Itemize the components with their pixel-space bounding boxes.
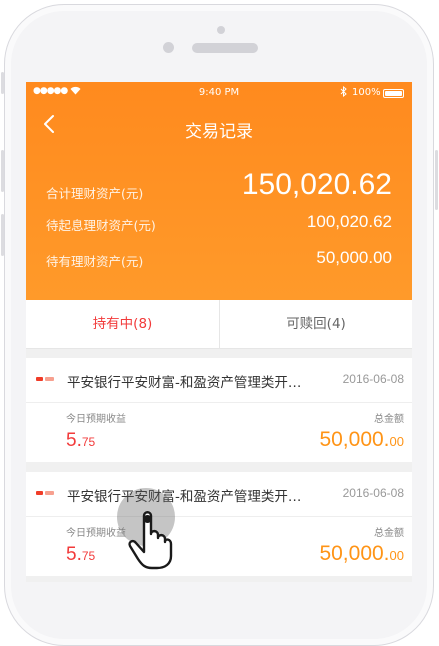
yield-value-int: 5.	[66, 544, 82, 565]
bluetooth-icon	[340, 85, 347, 100]
tab-redeemable[interactable]: 可赎回(4)	[219, 300, 412, 348]
front-sensor	[217, 26, 225, 34]
holding-assets-value: 50,000.00	[316, 248, 392, 267]
holding-assets-row: 待有理财资产(元) 50,000.00	[26, 248, 412, 272]
amount-value-dec: 00	[389, 548, 404, 563]
earpiece-speaker	[192, 43, 258, 53]
amount-value: 50,000.00	[319, 542, 404, 566]
front-camera	[163, 42, 174, 53]
tab-bar: 持有中(8) 可赎回(4)	[26, 300, 412, 349]
yield-value-dec: 75	[81, 549, 96, 563]
amount-label: 总金额	[374, 528, 404, 539]
product-name: 平安银行平安财富-和盈资产管理类开…	[67, 375, 302, 391]
total-assets-label: 合计理财资产(元)	[46, 186, 144, 201]
product-card-header: 平安银行平安财富-和盈资产管理类开… 2016-06-08	[26, 358, 412, 403]
volume-up-button	[1, 150, 4, 192]
holding-assets-label: 待有理财资产(元)	[46, 254, 144, 269]
total-assets-row: 合计理财资产(元) 150,020.62	[26, 168, 412, 204]
pending-assets-label: 待起息理财资产(元)	[46, 218, 156, 233]
product-name: 平安银行平安财富-和盈资产管理类开…	[67, 489, 302, 505]
product-card[interactable]: 平安银行平安财富-和盈资产管理类开… 2016-06-08 今日预期收益 总金额…	[26, 358, 412, 462]
status-bar: ●●●●● 9:40 PM 100%	[26, 82, 412, 104]
battery-percent: 100%	[352, 87, 381, 98]
mute-switch	[1, 72, 4, 94]
bank-logo-icon	[36, 377, 54, 381]
volume-down-button	[1, 214, 4, 256]
amount-label: 总金额	[374, 414, 404, 425]
amount-value-dec: 00	[389, 434, 404, 449]
yield-value: 5.75	[66, 544, 95, 566]
bank-logo-icon	[36, 491, 54, 495]
yield-label: 今日预期收益	[66, 414, 126, 425]
app-screen: ●●●●● 9:40 PM 100% 交易记录 合计理财资产(元) 150,02…	[26, 82, 412, 582]
page-title: 交易记录	[185, 122, 253, 142]
pending-assets-value: 100,020.62	[306, 212, 392, 231]
pending-assets-row: 待起息理财资产(元) 100,020.62	[26, 212, 412, 236]
power-button	[435, 150, 438, 210]
yield-value: 5.75	[66, 430, 95, 452]
yield-value-dec: 75	[81, 435, 96, 449]
product-card[interactable]: 平安银行平安财富-和盈资产管理类开… 2016-06-08 今日预期收益 总金额…	[26, 472, 412, 576]
tap-hand-icon	[128, 511, 173, 570]
amount-value-int: 50,000.	[319, 542, 390, 565]
battery-icon	[383, 89, 404, 98]
product-date: 2016-06-08	[342, 486, 404, 500]
product-date: 2016-06-08	[342, 372, 404, 386]
tab-holding[interactable]: 持有中(8)	[26, 300, 219, 348]
yield-label: 今日预期收益	[66, 528, 126, 539]
yield-value-int: 5.	[66, 430, 82, 451]
product-card-header: 平安银行平安财富-和盈资产管理类开… 2016-06-08	[26, 472, 412, 517]
amount-value: 50,000.00	[319, 428, 404, 452]
total-assets-value: 150,020.62	[241, 168, 392, 201]
summary-header: ●●●●● 9:40 PM 100% 交易记录 合计理财资产(元) 150,02…	[26, 82, 412, 300]
amount-value-int: 50,000.	[319, 428, 390, 451]
